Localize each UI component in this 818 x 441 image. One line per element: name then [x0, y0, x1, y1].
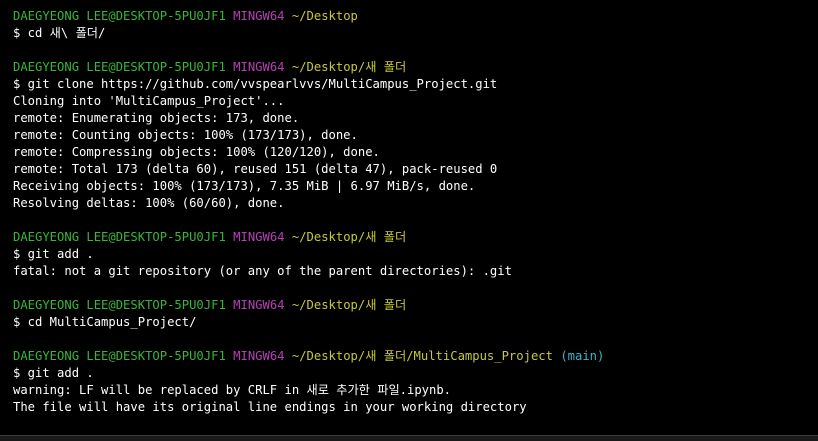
output-line: remote: Total 173 (delta 60), reused 151…: [13, 162, 498, 176]
prompt-path: ~/Desktop/새 폴더: [291, 60, 407, 74]
output-line: The file will have its original line end…: [13, 400, 527, 414]
prompt-system: MINGW64: [233, 60, 285, 74]
prompt-line: DAEGYEONG LEE@DESKTOP-5PU0JF1 MINGW64 ~/…: [13, 229, 805, 246]
terminal-output: DAEGYEONG LEE@DESKTOP-5PU0JF1 MINGW64 ~/…: [13, 8, 805, 416]
prompt-line: DAEGYEONG LEE@DESKTOP-5PU0JF1 MINGW64 ~/…: [13, 348, 805, 365]
prompt-user: DAEGYEONG LEE@DESKTOP-5PU0JF1: [13, 349, 226, 363]
output-line: Resolving deltas: 100% (60/60), done.: [13, 196, 285, 210]
command-line: $ cd 새\ 폴더/: [13, 26, 106, 40]
prompt-system: MINGW64: [233, 298, 285, 312]
output-line: remote: Enumerating objects: 173, done.: [13, 111, 300, 125]
prompt-line: DAEGYEONG LEE@DESKTOP-5PU0JF1 MINGW64 ~/…: [13, 297, 805, 314]
output-line: Receiving objects: 100% (173/173), 7.35 …: [13, 179, 476, 193]
prompt-path: ~/Desktop: [291, 9, 358, 23]
terminal-window[interactable]: DAEGYEONG LEE@DESKTOP-5PU0JF1 MINGW64 ~/…: [0, 0, 818, 441]
output-line: fatal: not a git repository (or any of t…: [13, 264, 512, 278]
prompt-system: MINGW64: [233, 349, 285, 363]
prompt-user: DAEGYEONG LEE@DESKTOP-5PU0JF1: [13, 60, 226, 74]
command-line: $ cd MultiCampus_Project/: [13, 315, 197, 329]
prompt-system: MINGW64: [233, 9, 285, 23]
output-line: remote: Counting objects: 100% (173/173)…: [13, 128, 358, 142]
prompt-system: MINGW64: [233, 230, 285, 244]
prompt-user: DAEGYEONG LEE@DESKTOP-5PU0JF1: [13, 230, 226, 244]
command-line: $ git clone https://github.com/vvspearlv…: [13, 77, 498, 91]
command-line: $ git add .: [13, 247, 94, 261]
prompt-path: ~/Desktop/새 폴더: [291, 298, 407, 312]
output-line: warning: LF will be replaced by CRLF in …: [13, 383, 452, 397]
command-line: $ git add .: [13, 366, 94, 380]
horizontal-scrollbar[interactable]: [0, 435, 818, 441]
output-line: Cloning into 'MultiCampus_Project'...: [13, 94, 285, 108]
prompt-line: DAEGYEONG LEE@DESKTOP-5PU0JF1 MINGW64 ~/…: [13, 8, 805, 25]
prompt-user: DAEGYEONG LEE@DESKTOP-5PU0JF1: [13, 298, 226, 312]
prompt-user: DAEGYEONG LEE@DESKTOP-5PU0JF1: [13, 9, 226, 23]
prompt-path: ~/Desktop/새 폴더: [291, 230, 407, 244]
prompt-line: DAEGYEONG LEE@DESKTOP-5PU0JF1 MINGW64 ~/…: [13, 59, 805, 76]
prompt-branch: (main): [560, 349, 605, 363]
prompt-path: ~/Desktop/새 폴더/MultiCampus_Project: [291, 349, 553, 363]
output-line: remote: Compressing objects: 100% (120/1…: [13, 145, 380, 159]
